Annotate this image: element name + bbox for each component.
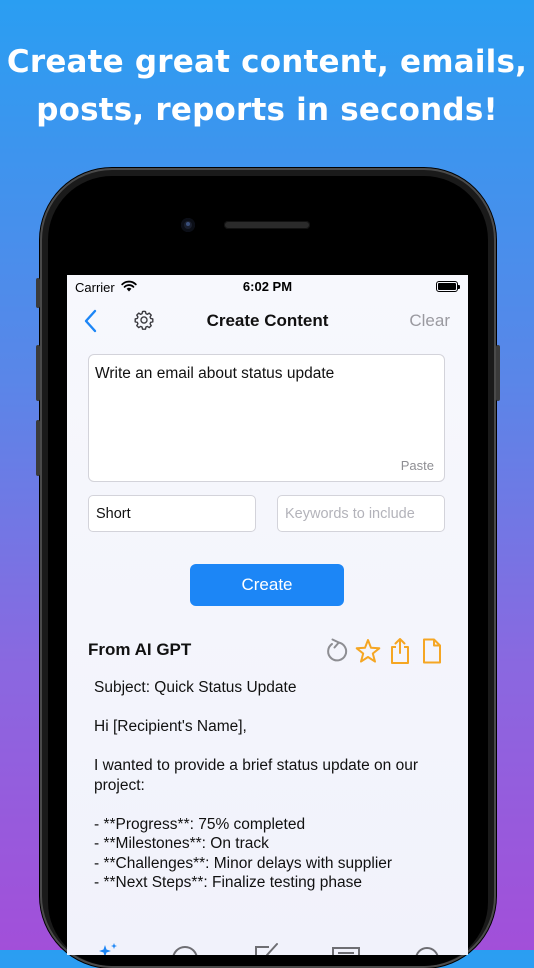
sparkles-icon[interactable] (97, 941, 121, 955)
tab-bar (67, 935, 468, 955)
navigation-bar: Create Content Clear (67, 301, 468, 341)
create-button[interactable]: Create (190, 564, 344, 606)
battery-icon (436, 281, 460, 292)
output-bullet: - **Milestones**: On track (94, 835, 269, 852)
output-bullet: - **Next Steps**: Finalize testing phase (94, 874, 362, 891)
share-icon[interactable] (387, 637, 413, 665)
page-title: Create Content (206, 311, 329, 330)
prompt-input[interactable]: Write an email about status update Paste (88, 354, 445, 482)
regenerate-icon[interactable] (323, 637, 349, 665)
phone-silent-switch (36, 278, 40, 308)
prompt-text: Write an email about status update (95, 365, 335, 382)
length-field[interactable]: Short (88, 495, 256, 532)
more-icon[interactable] (413, 941, 441, 955)
compose-icon[interactable] (253, 941, 281, 955)
app-screen: Carrier 6:02 PM Create Content Clear Wri… (67, 275, 468, 955)
star-icon[interactable] (355, 637, 381, 665)
promo-headline: Create great content, emails, posts, rep… (0, 38, 534, 134)
output-intro: I wanted to provide a brief status updat… (94, 757, 418, 794)
phone-power-button (496, 345, 500, 401)
paste-button[interactable]: Paste (401, 458, 434, 473)
output-subject: Subject: Quick Status Update (94, 679, 297, 696)
headline-line-2: posts, reports in seconds! (36, 92, 498, 128)
front-camera (181, 218, 195, 232)
chat-icon[interactable] (171, 941, 199, 955)
phone-volume-down (36, 420, 40, 476)
phone-volume-up (36, 345, 40, 401)
status-bar: Carrier 6:02 PM (67, 275, 468, 299)
output-bullet: - **Challenges**: Minor delays with supp… (94, 854, 393, 872)
result-title: From AI GPT (88, 640, 192, 659)
output-bullet: - **Progress**: 75% completed (94, 815, 306, 833)
headline-line-1: Create great content, emails, (6, 44, 528, 80)
document-icon[interactable] (419, 637, 445, 665)
keywords-input[interactable]: Keywords to include (277, 495, 445, 532)
status-time: 6:02 PM (242, 279, 293, 294)
image-icon[interactable] (331, 941, 361, 955)
result-output: Subject: Quick Status Update Hi [Recipie… (94, 678, 454, 893)
clear-button[interactable]: Clear (409, 311, 450, 331)
earpiece-speaker (224, 221, 310, 229)
output-greeting: Hi [Recipient's Name], (94, 718, 247, 735)
